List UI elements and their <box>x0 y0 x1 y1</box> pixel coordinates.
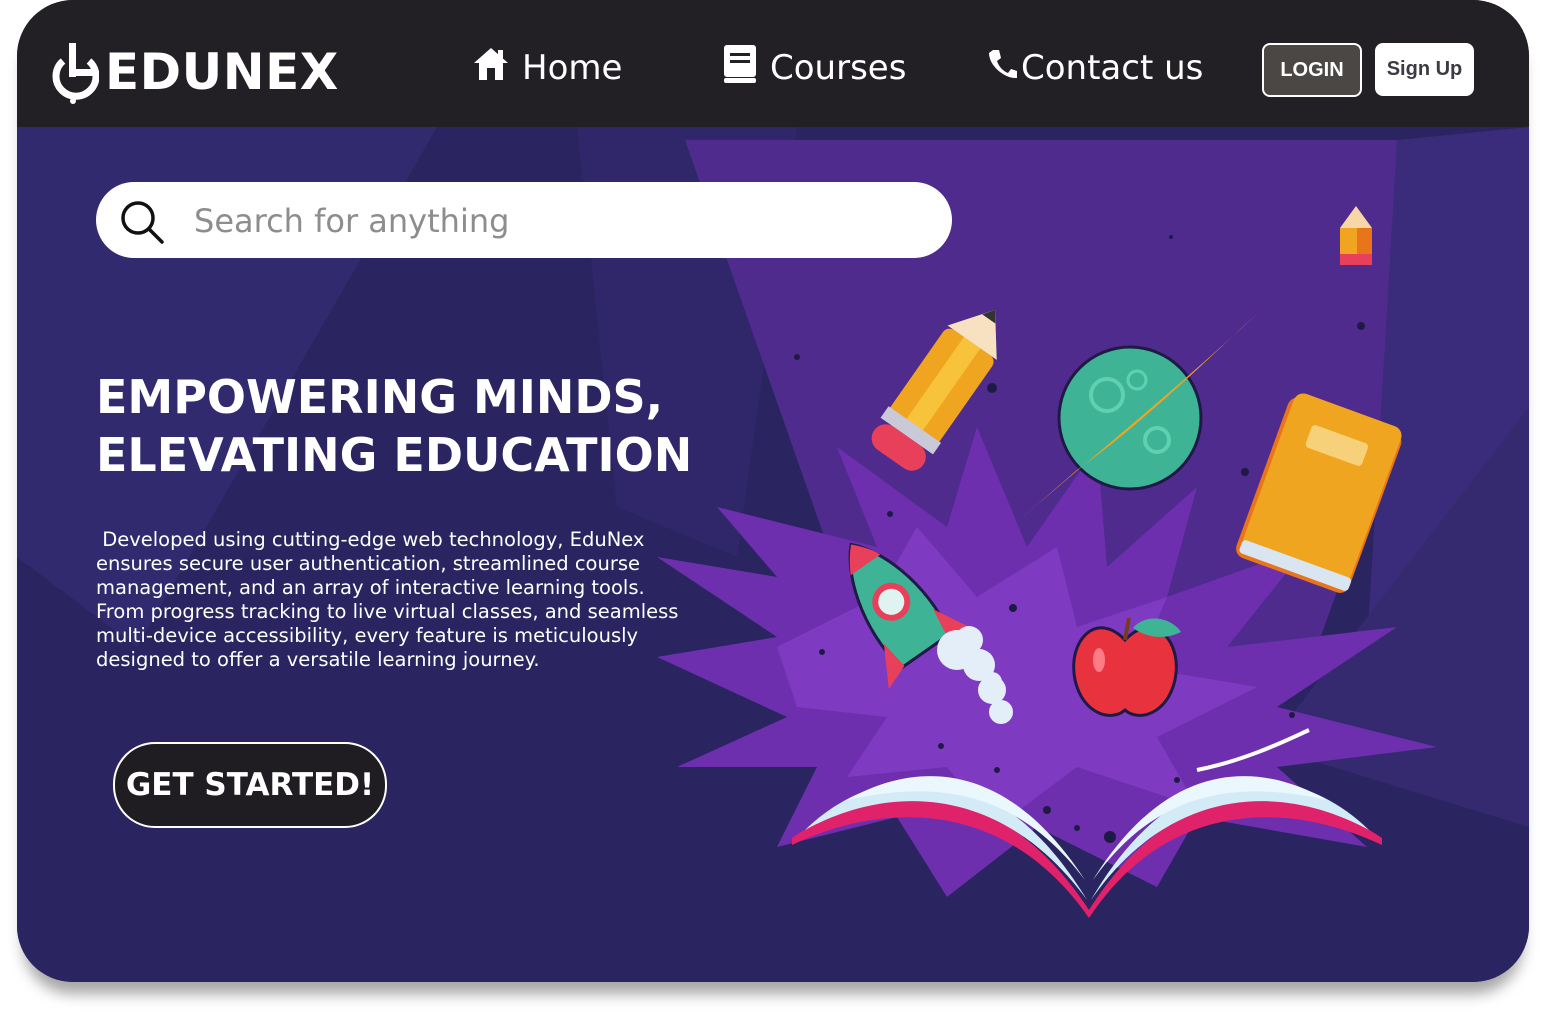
search-input[interactable] <box>192 192 916 250</box>
app-window: EDUNEX Home Courses Contact us LOGIN Sig… <box>17 0 1529 982</box>
hero-description: Developed using cutting-edge web technol… <box>96 528 685 671</box>
home-icon <box>472 45 510 92</box>
pencil-illustration <box>871 309 997 471</box>
search-bar <box>96 182 952 258</box>
get-started-button[interactable]: GET STARTED! <box>113 742 387 828</box>
open-book-illustration <box>792 728 1382 918</box>
edunex-logo-icon <box>52 43 99 104</box>
signup-button[interactable]: Sign Up <box>1375 43 1474 96</box>
hero-headline-line-2: ELEVATING EDUCATION <box>96 428 693 482</box>
brand-logo[interactable]: EDUNEX <box>49 36 339 108</box>
nav-home-link[interactable]: Home <box>472 44 622 92</box>
phone-icon <box>987 48 1017 89</box>
top-navbar: EDUNEX Home Courses Contact us LOGIN Sig… <box>17 0 1529 127</box>
nav-contact-label: Contact us <box>1021 48 1204 88</box>
book-icon <box>722 43 758 94</box>
nav-contact-link[interactable]: Contact us <box>987 44 1203 92</box>
brand-name: EDUNEX <box>105 43 339 101</box>
hero-illustration <box>792 206 1402 918</box>
search-icon[interactable] <box>118 198 166 251</box>
hero-headline: EMPOWERING MINDS, ELEVATING EDUCATION <box>96 368 736 484</box>
hero-headline-line-1: EMPOWERING MINDS, <box>96 370 664 424</box>
nav-home-label: Home <box>522 48 623 88</box>
planet-illustration <box>1017 312 1259 522</box>
rocket-smoke <box>937 626 1013 724</box>
apple-illustration <box>1072 617 1181 717</box>
nav-courses-label: Courses <box>770 48 907 88</box>
login-button[interactable]: LOGIN <box>1262 43 1362 97</box>
small-pencil-icon <box>1340 206 1372 265</box>
nav-courses-link[interactable]: Courses <box>722 44 906 92</box>
book-illustration <box>1236 393 1402 593</box>
